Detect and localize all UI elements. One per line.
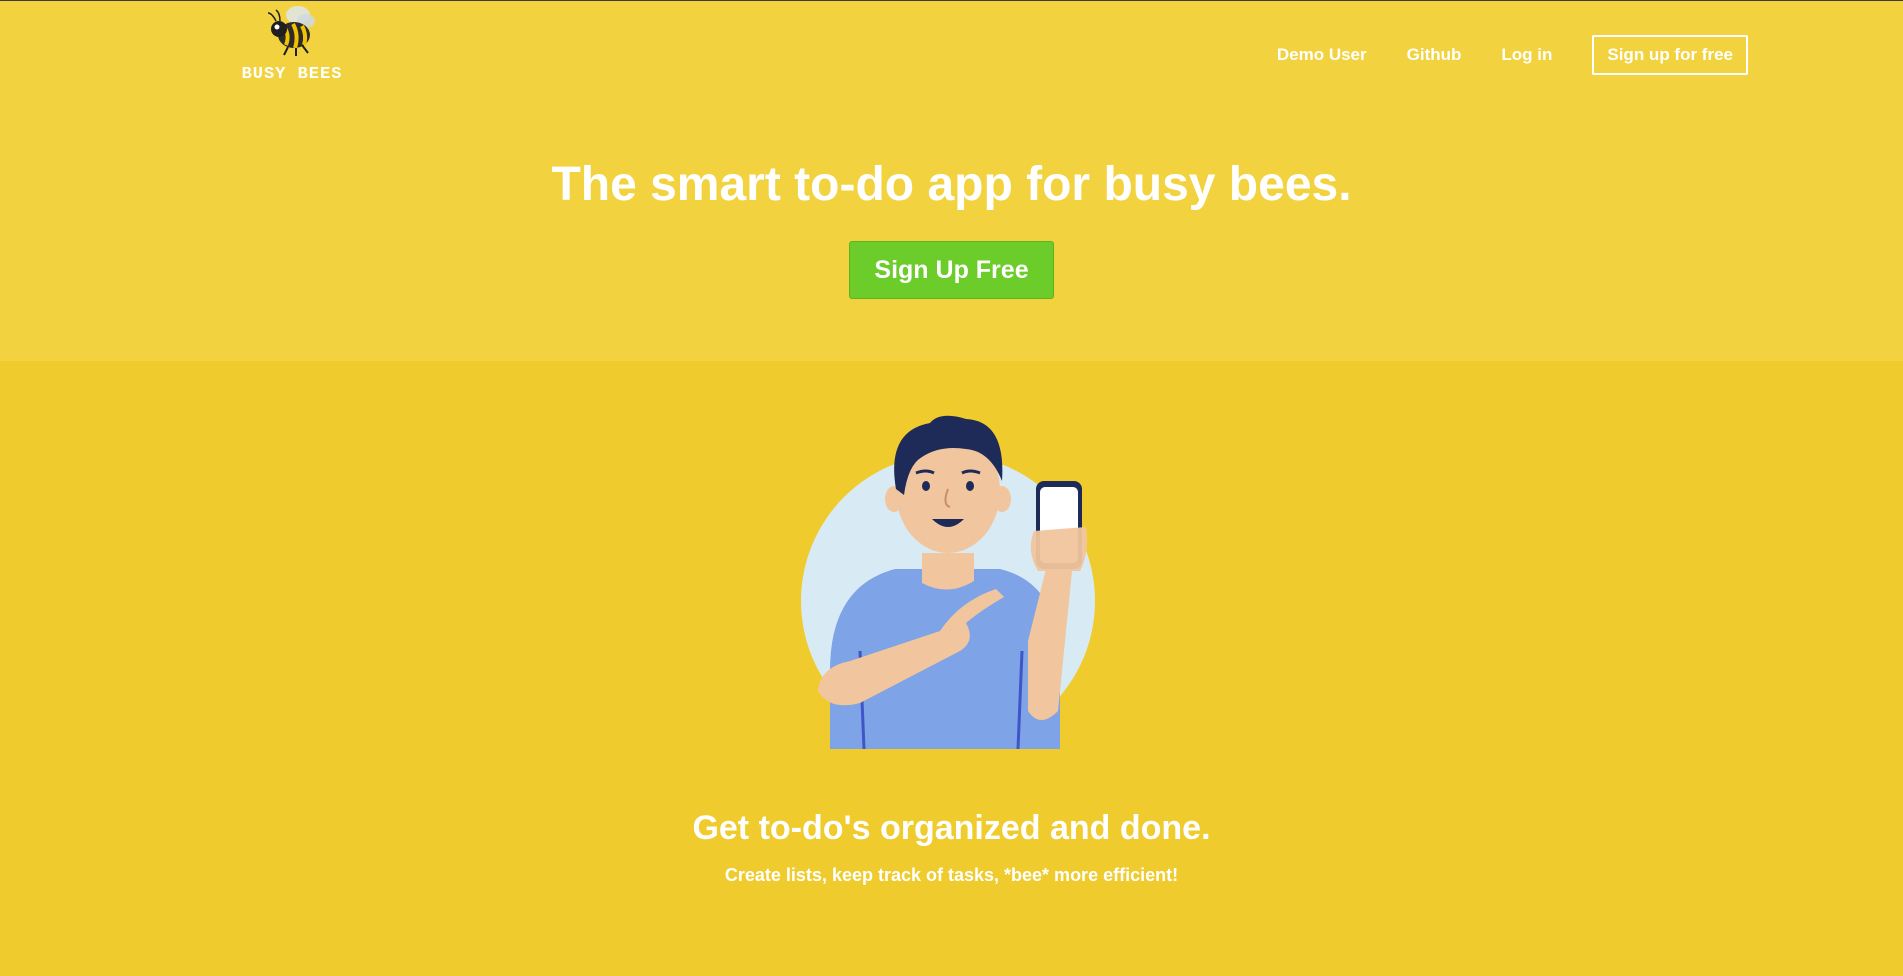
nav-github[interactable]: Github [1407,45,1462,65]
sign-up-free-button[interactable]: Sign Up Free [849,241,1054,299]
top-nav: Demo User Github Log in Sign up for free [1237,35,1748,75]
bee-icon [267,6,315,56]
features-subtitle: Create lists, keep track of tasks, *bee*… [724,865,1179,885]
man-holding-phone-illustration [790,411,1120,756]
brand-logo[interactable]: BUSY BEES [232,5,352,93]
brand-name: BUSY BEES [241,65,343,84]
nav-log-in[interactable]: Log in [1501,45,1552,65]
features-title: Get to-do's organized and done. [692,809,1211,847]
hero-headline: The smart to-do app for busy bees. [551,158,1352,211]
nav-demo-user[interactable]: Demo User [1277,45,1367,65]
nav-signup-button[interactable]: Sign up for free [1592,35,1748,75]
